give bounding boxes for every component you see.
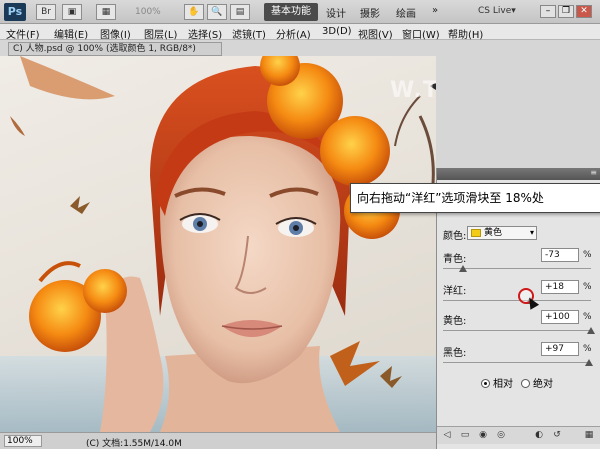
- zoom-tool-button[interactable]: 🔍: [207, 4, 227, 20]
- yellow-unit: %: [583, 312, 592, 322]
- workspace-photography-button[interactable]: 摄影: [360, 5, 380, 20]
- zoom-level-field[interactable]: 100%: [135, 5, 175, 19]
- magenta-value-field[interactable]: +18: [541, 280, 579, 294]
- cyan-unit: %: [583, 250, 592, 260]
- document-canvas[interactable]: W.TLMI.NET: [0, 56, 436, 432]
- cyan-slider-thumb[interactable]: [458, 265, 467, 272]
- cs-live-button[interactable]: CS Live▾: [478, 6, 516, 16]
- black-unit: %: [583, 344, 592, 354]
- minibridge-button[interactable]: ▣: [62, 4, 82, 20]
- more-workspaces-button[interactable]: »: [432, 5, 438, 16]
- black-slider-track[interactable]: [443, 362, 591, 363]
- photoshop-logo: Ps: [4, 3, 26, 21]
- color-dropdown[interactable]: 黄色 ▾: [467, 226, 537, 240]
- panel-header[interactable]: ≡: [437, 168, 600, 180]
- status-bar: 100% (C) 文档:1.55M/14.0M: [0, 432, 436, 449]
- magenta-slider-track[interactable]: [443, 300, 591, 301]
- menu-window[interactable]: 窗口(W): [402, 26, 440, 41]
- workspace-painting-button[interactable]: 绘画: [396, 5, 416, 20]
- document-size-info[interactable]: (C) 文档:1.55M/14.0M: [86, 436, 182, 449]
- absolute-radio-dot: [521, 379, 530, 388]
- restore-button[interactable]: ❐: [558, 5, 574, 18]
- menu-image[interactable]: 图像(I): [100, 26, 131, 41]
- reset-icon[interactable]: ↺: [551, 430, 563, 441]
- relative-radio-label: 相对: [493, 379, 513, 390]
- visibility-eye-icon[interactable]: ◎: [495, 430, 507, 441]
- portrait-artwork: [0, 56, 436, 432]
- menu-select[interactable]: 选择(S): [188, 26, 222, 41]
- arrange-documents-button[interactable]: ▤: [230, 4, 250, 20]
- yellow-label: 黄色:: [443, 316, 467, 327]
- application-bar: Ps Br ▣ ▦ 100% ✋ 🔍 ▤ 基本功能 设计 摄影 绘画 » CS …: [0, 0, 600, 24]
- back-arrow-icon[interactable]: ◁: [441, 430, 453, 441]
- menu-bar: 文件(F) 编辑(E) 图像(I) 图层(L) 选择(S) 滤镜(T) 分析(A…: [0, 24, 600, 41]
- menu-edit[interactable]: 编辑(E): [54, 26, 88, 41]
- magenta-unit: %: [583, 282, 592, 292]
- panel-bottom-toolbar: ◁ ▭ ◉ ◎ ◐ ↺ ▦: [437, 426, 600, 444]
- expand-view-icon[interactable]: ▭: [459, 430, 471, 441]
- workspace-design-button[interactable]: 设计: [326, 5, 346, 20]
- black-slider-thumb[interactable]: [584, 359, 593, 366]
- panel-menu-icon[interactable]: ≡: [590, 168, 597, 177]
- workspace-essentials-button[interactable]: 基本功能: [264, 3, 318, 21]
- hand-tool-button[interactable]: ✋: [184, 4, 204, 20]
- menu-file[interactable]: 文件(F): [6, 26, 40, 41]
- color-dropdown-value: 黄色: [484, 228, 503, 238]
- view-previous-icon[interactable]: ◐: [533, 430, 545, 441]
- menu-filter[interactable]: 滤镜(T): [232, 26, 266, 41]
- view-extras-button[interactable]: ▦: [96, 4, 116, 20]
- relative-radio-dot: [481, 379, 490, 388]
- watermark-text: W.TLMI.NET: [390, 78, 436, 103]
- close-button[interactable]: ✕: [576, 5, 592, 18]
- black-label: 黑色:: [443, 348, 467, 359]
- yellow-slider-thumb[interactable]: [587, 327, 595, 334]
- status-zoom-field[interactable]: 100%: [4, 435, 42, 447]
- cyan-value-field[interactable]: -73: [541, 248, 579, 262]
- chevron-down-icon: ▾: [529, 228, 534, 237]
- clip-layer-icon[interactable]: ◉: [477, 430, 489, 441]
- black-value-field[interactable]: +97: [541, 342, 579, 356]
- color-swatch: [471, 229, 481, 237]
- document-tab[interactable]: C) 人物.psd @ 100% (选取颜色 1, RGB/8*): [8, 42, 222, 56]
- absolute-radio[interactable]: 绝对: [521, 375, 553, 390]
- relative-radio[interactable]: 相对: [481, 375, 513, 390]
- magenta-label: 洋红:: [443, 286, 467, 297]
- instruction-callout: 向右拖动“洋红”选项滑块至 18%处: [350, 183, 600, 213]
- yellow-slider-track[interactable]: [443, 330, 591, 331]
- absolute-radio-label: 绝对: [533, 379, 553, 390]
- menu-layer[interactable]: 图层(L): [144, 26, 177, 41]
- bridge-button[interactable]: Br: [36, 4, 56, 20]
- yellow-value-field[interactable]: +100: [541, 310, 579, 324]
- cyan-label: 青色:: [443, 254, 467, 265]
- menu-help[interactable]: 帮助(H): [448, 26, 483, 41]
- color-label: 颜色:: [443, 231, 467, 242]
- delete-icon[interactable]: ▦: [583, 430, 595, 441]
- menu-view[interactable]: 视图(V): [358, 26, 393, 41]
- menu-3d[interactable]: 3D(D): [322, 26, 352, 37]
- minimize-button[interactable]: –: [540, 5, 556, 18]
- menu-analysis[interactable]: 分析(A): [276, 26, 311, 41]
